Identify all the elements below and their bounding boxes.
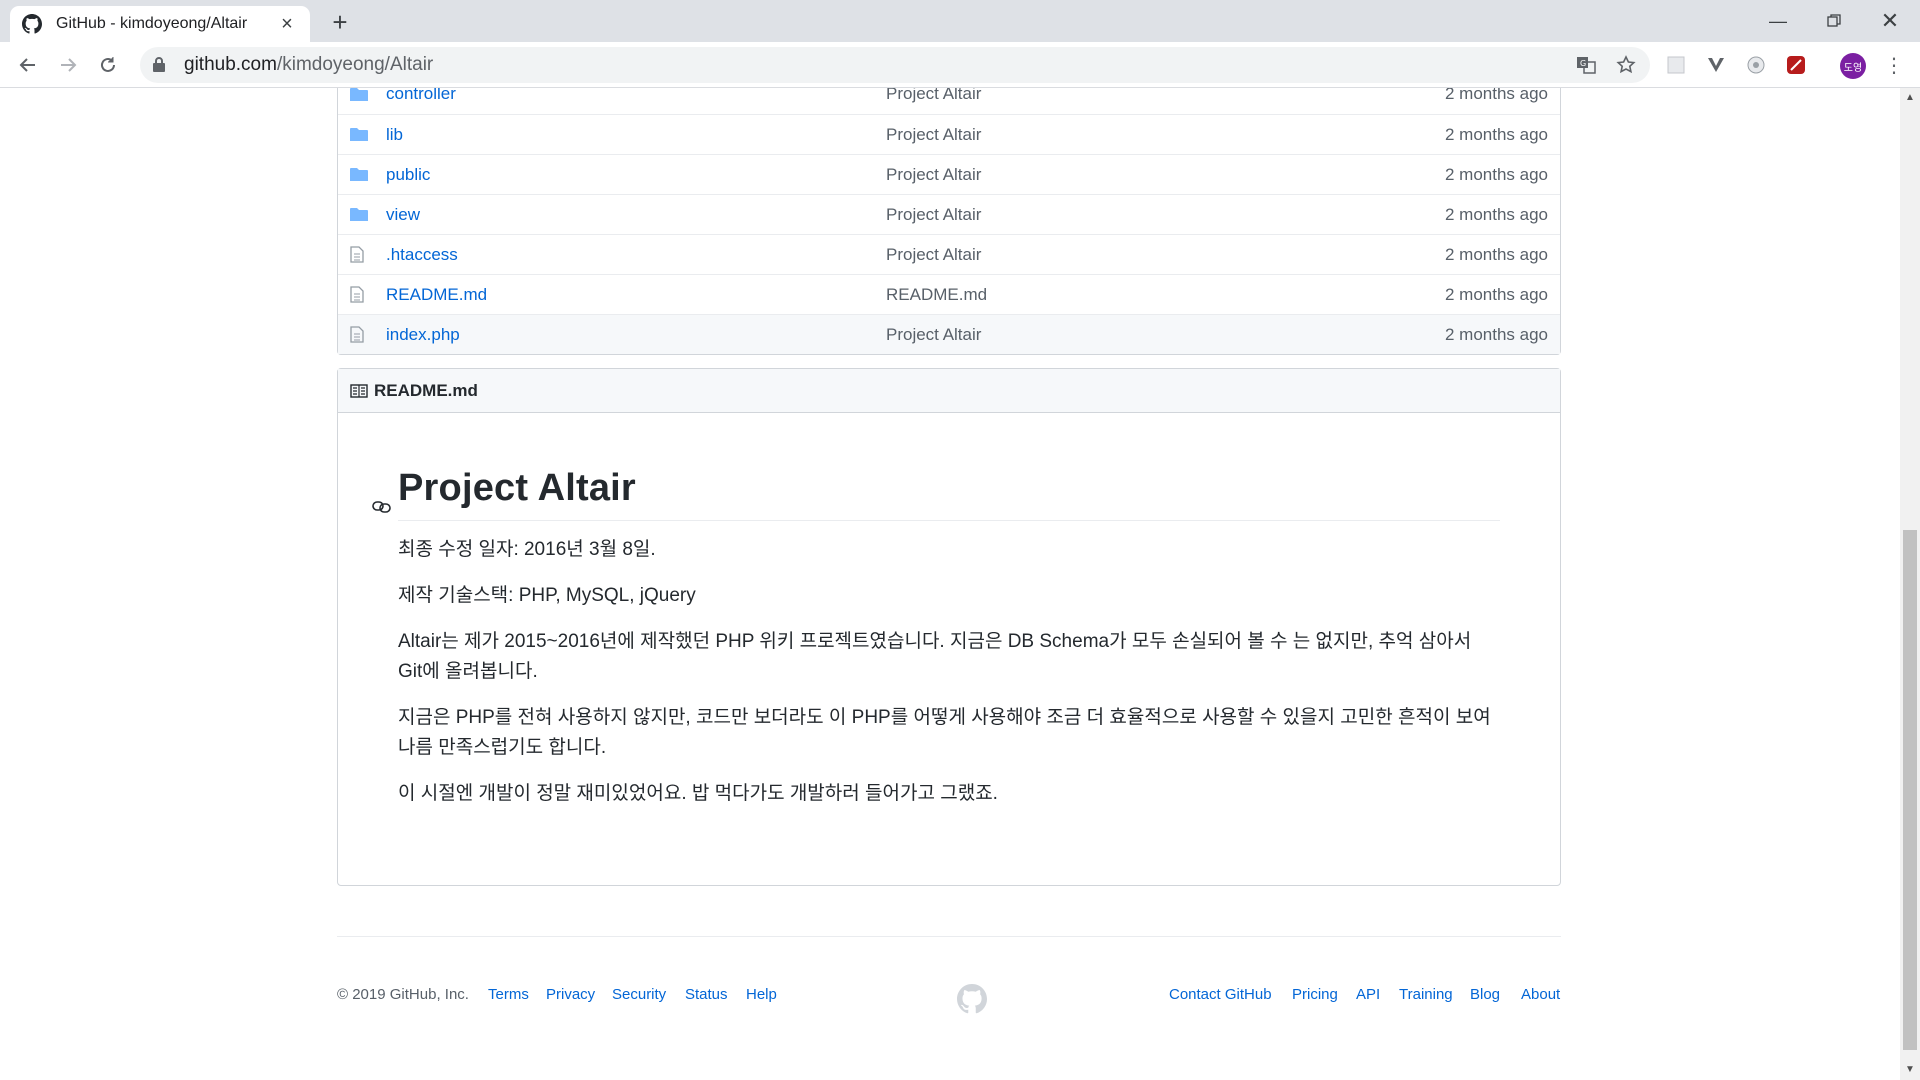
reload-icon[interactable]: [94, 51, 122, 79]
commit-age: 2 months ago: [1444, 88, 1548, 103]
browser-tab-strip: GitHub - kimdoyeong/Altair × + — ✕: [0, 0, 1920, 42]
footer-divider: [337, 936, 1561, 937]
footer-link-contact[interactable]: Contact GitHub: [1169, 986, 1272, 1003]
readme-paragraph: 최종 수정 일자: 2016년 3월 8일.: [398, 539, 656, 560]
link-anchor-icon[interactable]: [372, 481, 392, 524]
file-name[interactable]: view: [386, 205, 886, 225]
file-row[interactable]: public Project Altair 2 months ago: [338, 154, 1560, 194]
page-scrollbar[interactable]: ▲ ▼: [1900, 88, 1920, 1080]
file-row[interactable]: index.php Project Altair 2 months ago: [338, 314, 1560, 354]
new-tab-button[interactable]: +: [326, 9, 354, 37]
commit-age: 2 months ago: [1444, 204, 1548, 224]
forward-icon[interactable]: [54, 51, 82, 79]
commit-age: 2 months ago: [1444, 124, 1548, 144]
commit-age: 2 months ago: [1444, 244, 1548, 264]
github-mark-icon[interactable]: [957, 984, 987, 1018]
commit-message[interactable]: Project Altair: [886, 205, 1360, 225]
folder-icon: [350, 127, 372, 142]
readme-paragraph: 제작 기술스택: PHP, MySQL, jQuery: [398, 585, 696, 606]
url-host: github.com: [184, 54, 277, 75]
footer-link-privacy[interactable]: Privacy: [546, 986, 595, 1003]
file-name[interactable]: lib: [386, 125, 886, 145]
close-window-icon[interactable]: ✕: [1862, 0, 1918, 42]
address-bar[interactable]: github.com/kimdoyeong/Altair: [140, 47, 1650, 83]
footer-link-help[interactable]: Help: [746, 986, 777, 1003]
file-row[interactable]: README.md README.md 2 months ago: [338, 274, 1560, 314]
file-name[interactable]: index.php: [386, 325, 886, 345]
scroll-up-arrow-icon[interactable]: ▲: [1900, 88, 1920, 108]
readme-paragraph: 이 시절엔 개발이 정말 재미있었어요. 밥 먹다가도 개발하러 들어가고 그랬…: [398, 783, 998, 804]
file-icon: [350, 286, 372, 303]
bookmark-star-icon[interactable]: [1614, 53, 1638, 77]
tab-close-icon[interactable]: ×: [276, 13, 298, 35]
footer-link-about[interactable]: About: [1521, 986, 1560, 1003]
browser-toolbar: github.com/kimdoyeong/Altair G 도영 ⋮: [0, 42, 1920, 88]
readme-title: Project Altair: [372, 467, 1500, 521]
extension-red-icon[interactable]: [1784, 53, 1808, 77]
file-row[interactable]: view Project Altair 2 months ago: [338, 194, 1560, 234]
commit-message[interactable]: Project Altair: [886, 88, 1360, 104]
file-row[interactable]: lib Project Altair 2 months ago: [338, 114, 1560, 154]
footer-link-api[interactable]: API: [1356, 986, 1380, 1003]
browser-menu-icon[interactable]: ⋮: [1882, 53, 1906, 77]
file-name[interactable]: README.md: [386, 285, 886, 305]
readme-box: README.md Project Altair 최종 수정 일자: 2016년…: [337, 368, 1561, 886]
commit-age: 2 months ago: [1444, 284, 1548, 304]
footer-link-security[interactable]: Security: [612, 986, 666, 1003]
scroll-down-arrow-icon[interactable]: ▼: [1900, 1060, 1920, 1080]
github-favicon-icon: [22, 14, 42, 34]
minimize-icon[interactable]: —: [1750, 0, 1806, 42]
readme-paragraph: Altair는 제가 2015~2016년에 제작했던 PHP 위키 프로젝트였…: [398, 631, 1472, 682]
commit-age: 2 months ago: [1444, 164, 1548, 184]
file-name[interactable]: .htaccess: [386, 245, 886, 265]
readme-title-text: Project Altair: [398, 467, 636, 509]
profile-avatar[interactable]: 도영: [1840, 53, 1866, 79]
footer-link-terms[interactable]: Terms: [488, 986, 529, 1003]
folder-icon: [350, 88, 372, 102]
browser-tab[interactable]: GitHub - kimdoyeong/Altair ×: [10, 6, 310, 42]
book-icon: [350, 383, 368, 398]
commit-message[interactable]: Project Altair: [886, 325, 1360, 345]
file-icon: [350, 246, 372, 263]
commit-message[interactable]: Project Altair: [886, 165, 1360, 185]
file-icon: [350, 326, 372, 343]
readme-header: README.md: [338, 369, 1560, 413]
footer-link-pricing[interactable]: Pricing: [1292, 986, 1338, 1003]
footer: © 2019 GitHub, Inc. Terms Privacy Securi…: [337, 984, 1561, 1014]
file-row[interactable]: controller Project Altair 2 months ago: [338, 88, 1560, 114]
readme-filename: README.md: [374, 380, 478, 400]
page-viewport: controller Project Altair 2 months ago l…: [0, 88, 1900, 1080]
commit-message[interactable]: README.md: [886, 285, 1360, 305]
footer-link-blog[interactable]: Blog: [1470, 986, 1500, 1003]
folder-icon: [350, 167, 372, 182]
lock-icon: [152, 56, 170, 74]
folder-icon: [350, 207, 372, 222]
file-table: controller Project Altair 2 months ago l…: [337, 88, 1561, 355]
commit-message[interactable]: Project Altair: [886, 125, 1360, 145]
readme-paragraph: 지금은 PHP를 전혀 사용하지 않지만, 코드만 보더라도 이 PHP를 어떻…: [398, 707, 1491, 758]
restore-icon[interactable]: [1806, 0, 1862, 42]
commit-message[interactable]: Project Altair: [886, 245, 1360, 265]
back-icon[interactable]: [14, 51, 42, 79]
commit-age: 2 months ago: [1444, 324, 1548, 344]
extension-circle-icon[interactable]: [1744, 53, 1768, 77]
footer-link-status[interactable]: Status: [685, 986, 728, 1003]
svg-text:G: G: [1580, 59, 1586, 68]
url-path: /kimdoyeong/Altair: [276, 54, 434, 75]
tab-title: GitHub - kimdoyeong/Altair: [56, 15, 248, 32]
extension-v-icon[interactable]: [1704, 53, 1728, 77]
footer-copyright: © 2019 GitHub, Inc.: [337, 986, 469, 1003]
readme-body: Project Altair 최종 수정 일자: 2016년 3월 8일. 제작…: [338, 467, 1560, 809]
file-name[interactable]: controller: [386, 88, 886, 104]
footer-link-training[interactable]: Training: [1399, 986, 1453, 1003]
file-name[interactable]: public: [386, 165, 886, 185]
translate-icon[interactable]: G: [1574, 53, 1598, 77]
file-row[interactable]: .htaccess Project Altair 2 months ago: [338, 234, 1560, 274]
scroll-thumb[interactable]: [1903, 530, 1917, 1050]
extension-grid-icon[interactable]: [1664, 53, 1688, 77]
